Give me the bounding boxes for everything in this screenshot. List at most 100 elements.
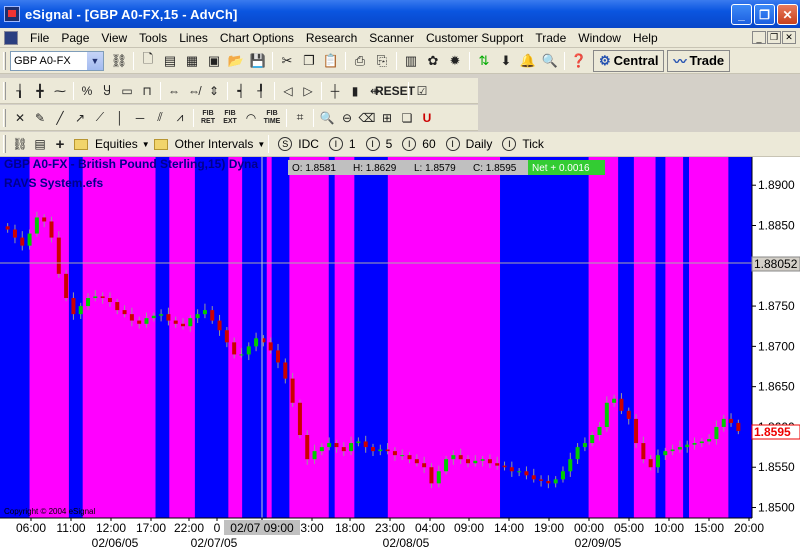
properties-icon[interactable]: ☑	[412, 80, 432, 102]
menu-scanner[interactable]: Scanner	[363, 31, 420, 45]
price-chart[interactable]: 1.89001.88501.88001.87501.87001.86501.86…	[0, 157, 800, 551]
gann-icon[interactable]: ⩘	[170, 107, 190, 129]
chevron-down-icon[interactable]: ▼	[257, 140, 265, 149]
print-preview-icon[interactable]: ⎘	[371, 50, 393, 72]
menu-trade[interactable]: Trade	[529, 31, 572, 45]
toolbar-grip[interactable]	[3, 51, 6, 70]
interval-1[interactable]: 1	[349, 137, 356, 151]
scroll-left-icon[interactable]: ◁	[278, 80, 298, 102]
market-icon[interactable]: ✹	[444, 50, 466, 72]
magnify-minus-icon[interactable]: ⊖	[337, 107, 357, 129]
trendline-icon[interactable]: ╱	[50, 107, 70, 129]
mdi-close-button[interactable]: ✕	[782, 31, 796, 44]
candle-chart-icon[interactable]: ╋	[30, 80, 50, 102]
save-icon[interactable]: 💾	[247, 50, 269, 72]
other-intervals-dropdown[interactable]: Other Intervals	[175, 137, 254, 151]
fib-retracement-button[interactable]: FIB RET	[197, 107, 219, 129]
horizontal-line-icon[interactable]: ─	[130, 107, 150, 129]
channel-icon[interactable]: ⫽	[150, 107, 170, 129]
chevron-down-icon[interactable]: ▼	[87, 51, 103, 70]
interval-idc[interactable]: IDC	[298, 137, 319, 151]
menu-customer-support[interactable]: Customer Support	[420, 31, 529, 45]
fib-arcs-icon[interactable]: ◠	[241, 107, 261, 129]
line-break-icon[interactable]: ⊓	[137, 80, 157, 102]
reset-button[interactable]: RESET	[375, 80, 415, 102]
kagi-icon[interactable]: Ⴘ	[97, 80, 117, 102]
menu-chart-options[interactable]: Chart Options	[214, 31, 300, 45]
menu-window[interactable]: Window	[572, 31, 627, 45]
close-button[interactable]: ✕	[777, 4, 798, 25]
price-axis[interactable]	[752, 157, 800, 551]
quote-window-icon[interactable]: ▤	[159, 50, 181, 72]
document-icon[interactable]	[4, 30, 18, 45]
scale-icon[interactable]: ⇕	[204, 80, 224, 102]
properties-icon[interactable]: ▤	[30, 133, 50, 155]
alert-icon[interactable]: ✿	[422, 50, 444, 72]
trade-button[interactable]: 〰 Trade	[667, 49, 731, 72]
interval-tick[interactable]: Tick	[522, 137, 544, 151]
scan-icon[interactable]: 🔍	[539, 50, 561, 72]
ray-icon[interactable]: ↗	[70, 107, 90, 129]
chart-area[interactable]: 1.89001.88501.88001.87501.87001.86501.86…	[0, 157, 800, 551]
page-link-icon[interactable]: ⛓	[10, 133, 30, 155]
menu-view[interactable]: View	[95, 31, 133, 45]
symbol-select[interactable]: GBP A0-FX ▼	[10, 50, 104, 71]
chevron-down-icon[interactable]: ▼	[142, 140, 150, 149]
scroll-right-icon[interactable]: ▷	[298, 80, 318, 102]
point-figure-icon[interactable]: %	[77, 80, 97, 102]
menu-lines[interactable]: Lines	[173, 31, 214, 45]
interval-daily[interactable]: Daily	[466, 137, 493, 151]
magnify-icon[interactable]: 🔍	[317, 107, 337, 129]
paste-icon[interactable]: 📋	[320, 50, 342, 72]
print-icon[interactable]: ⎙	[349, 50, 371, 72]
mdi-restore-button[interactable]: ❐	[767, 31, 781, 44]
chart-window-icon[interactable]: ▦	[181, 50, 203, 72]
cycles-icon[interactable]: ⌗	[290, 107, 310, 129]
menu-tools[interactable]: Tools	[133, 31, 173, 45]
download-icon[interactable]: ⬇	[495, 50, 517, 72]
open-folder-icon[interactable]: 📂	[225, 50, 247, 72]
equities-dropdown[interactable]: Equities	[95, 137, 138, 151]
bar-spacing-icon[interactable]: ┥	[231, 80, 251, 102]
central-button[interactable]: ⚙ Central	[593, 49, 665, 72]
cursor-window-icon[interactable]: ▮	[345, 80, 365, 102]
up-down-arrows-icon[interactable]: ⇅	[473, 50, 495, 72]
toolbar-grip[interactable]	[3, 108, 6, 127]
bar-width-icon[interactable]: ┦	[251, 80, 271, 102]
delete-drawing-icon[interactable]: ✕	[10, 107, 30, 129]
layers-icon[interactable]: ❏	[397, 107, 417, 129]
renko-icon[interactable]: ▭	[117, 80, 137, 102]
interval-60[interactable]: 60	[422, 137, 435, 151]
interval-5[interactable]: 5	[386, 137, 393, 151]
magnet-icon[interactable]: U	[417, 107, 437, 129]
vertical-line-icon[interactable]: │	[110, 107, 130, 129]
toolbar-grip[interactable]	[3, 135, 6, 153]
extended-line-icon[interactable]: ⟋	[90, 107, 110, 129]
line-chart-icon[interactable]: ⁓	[50, 80, 70, 102]
eraser-icon[interactable]: ⌫	[357, 107, 377, 129]
link-icon[interactable]: ⛓	[108, 50, 130, 72]
copy-icon[interactable]: ❐	[298, 50, 320, 72]
calculator-icon[interactable]: ▥	[400, 50, 422, 72]
help-icon[interactable]: ❓	[568, 50, 590, 72]
menu-page[interactable]: Page	[55, 31, 95, 45]
menu-file[interactable]: File	[24, 31, 55, 45]
grid-icon[interactable]: ⊞	[377, 107, 397, 129]
fib-time-button[interactable]: FIB TIME	[261, 107, 283, 129]
toolbar-grip[interactable]	[3, 81, 6, 100]
cut-icon[interactable]: ✂	[276, 50, 298, 72]
maximize-button[interactable]: ❐	[754, 4, 775, 25]
menu-research[interactable]: Research	[300, 31, 363, 45]
bell-icon[interactable]: 🔔	[517, 50, 539, 72]
menu-help[interactable]: Help	[627, 31, 664, 45]
pencil-icon[interactable]: ✎	[30, 107, 50, 129]
mdi-minimize-button[interactable]: _	[752, 31, 766, 44]
fib-extension-button[interactable]: FIB EXT	[219, 107, 241, 129]
minimize-button[interactable]: _	[731, 4, 752, 25]
zoom-out-icon[interactable]: ⇎	[184, 80, 204, 102]
news-icon[interactable]: ▣	[203, 50, 225, 72]
new-page-icon[interactable]: 🗋	[137, 50, 159, 72]
add-icon[interactable]: +	[50, 133, 70, 155]
crosshair-icon[interactable]: ┼	[325, 80, 345, 102]
zoom-in-icon[interactable]: ⇔	[164, 80, 184, 102]
